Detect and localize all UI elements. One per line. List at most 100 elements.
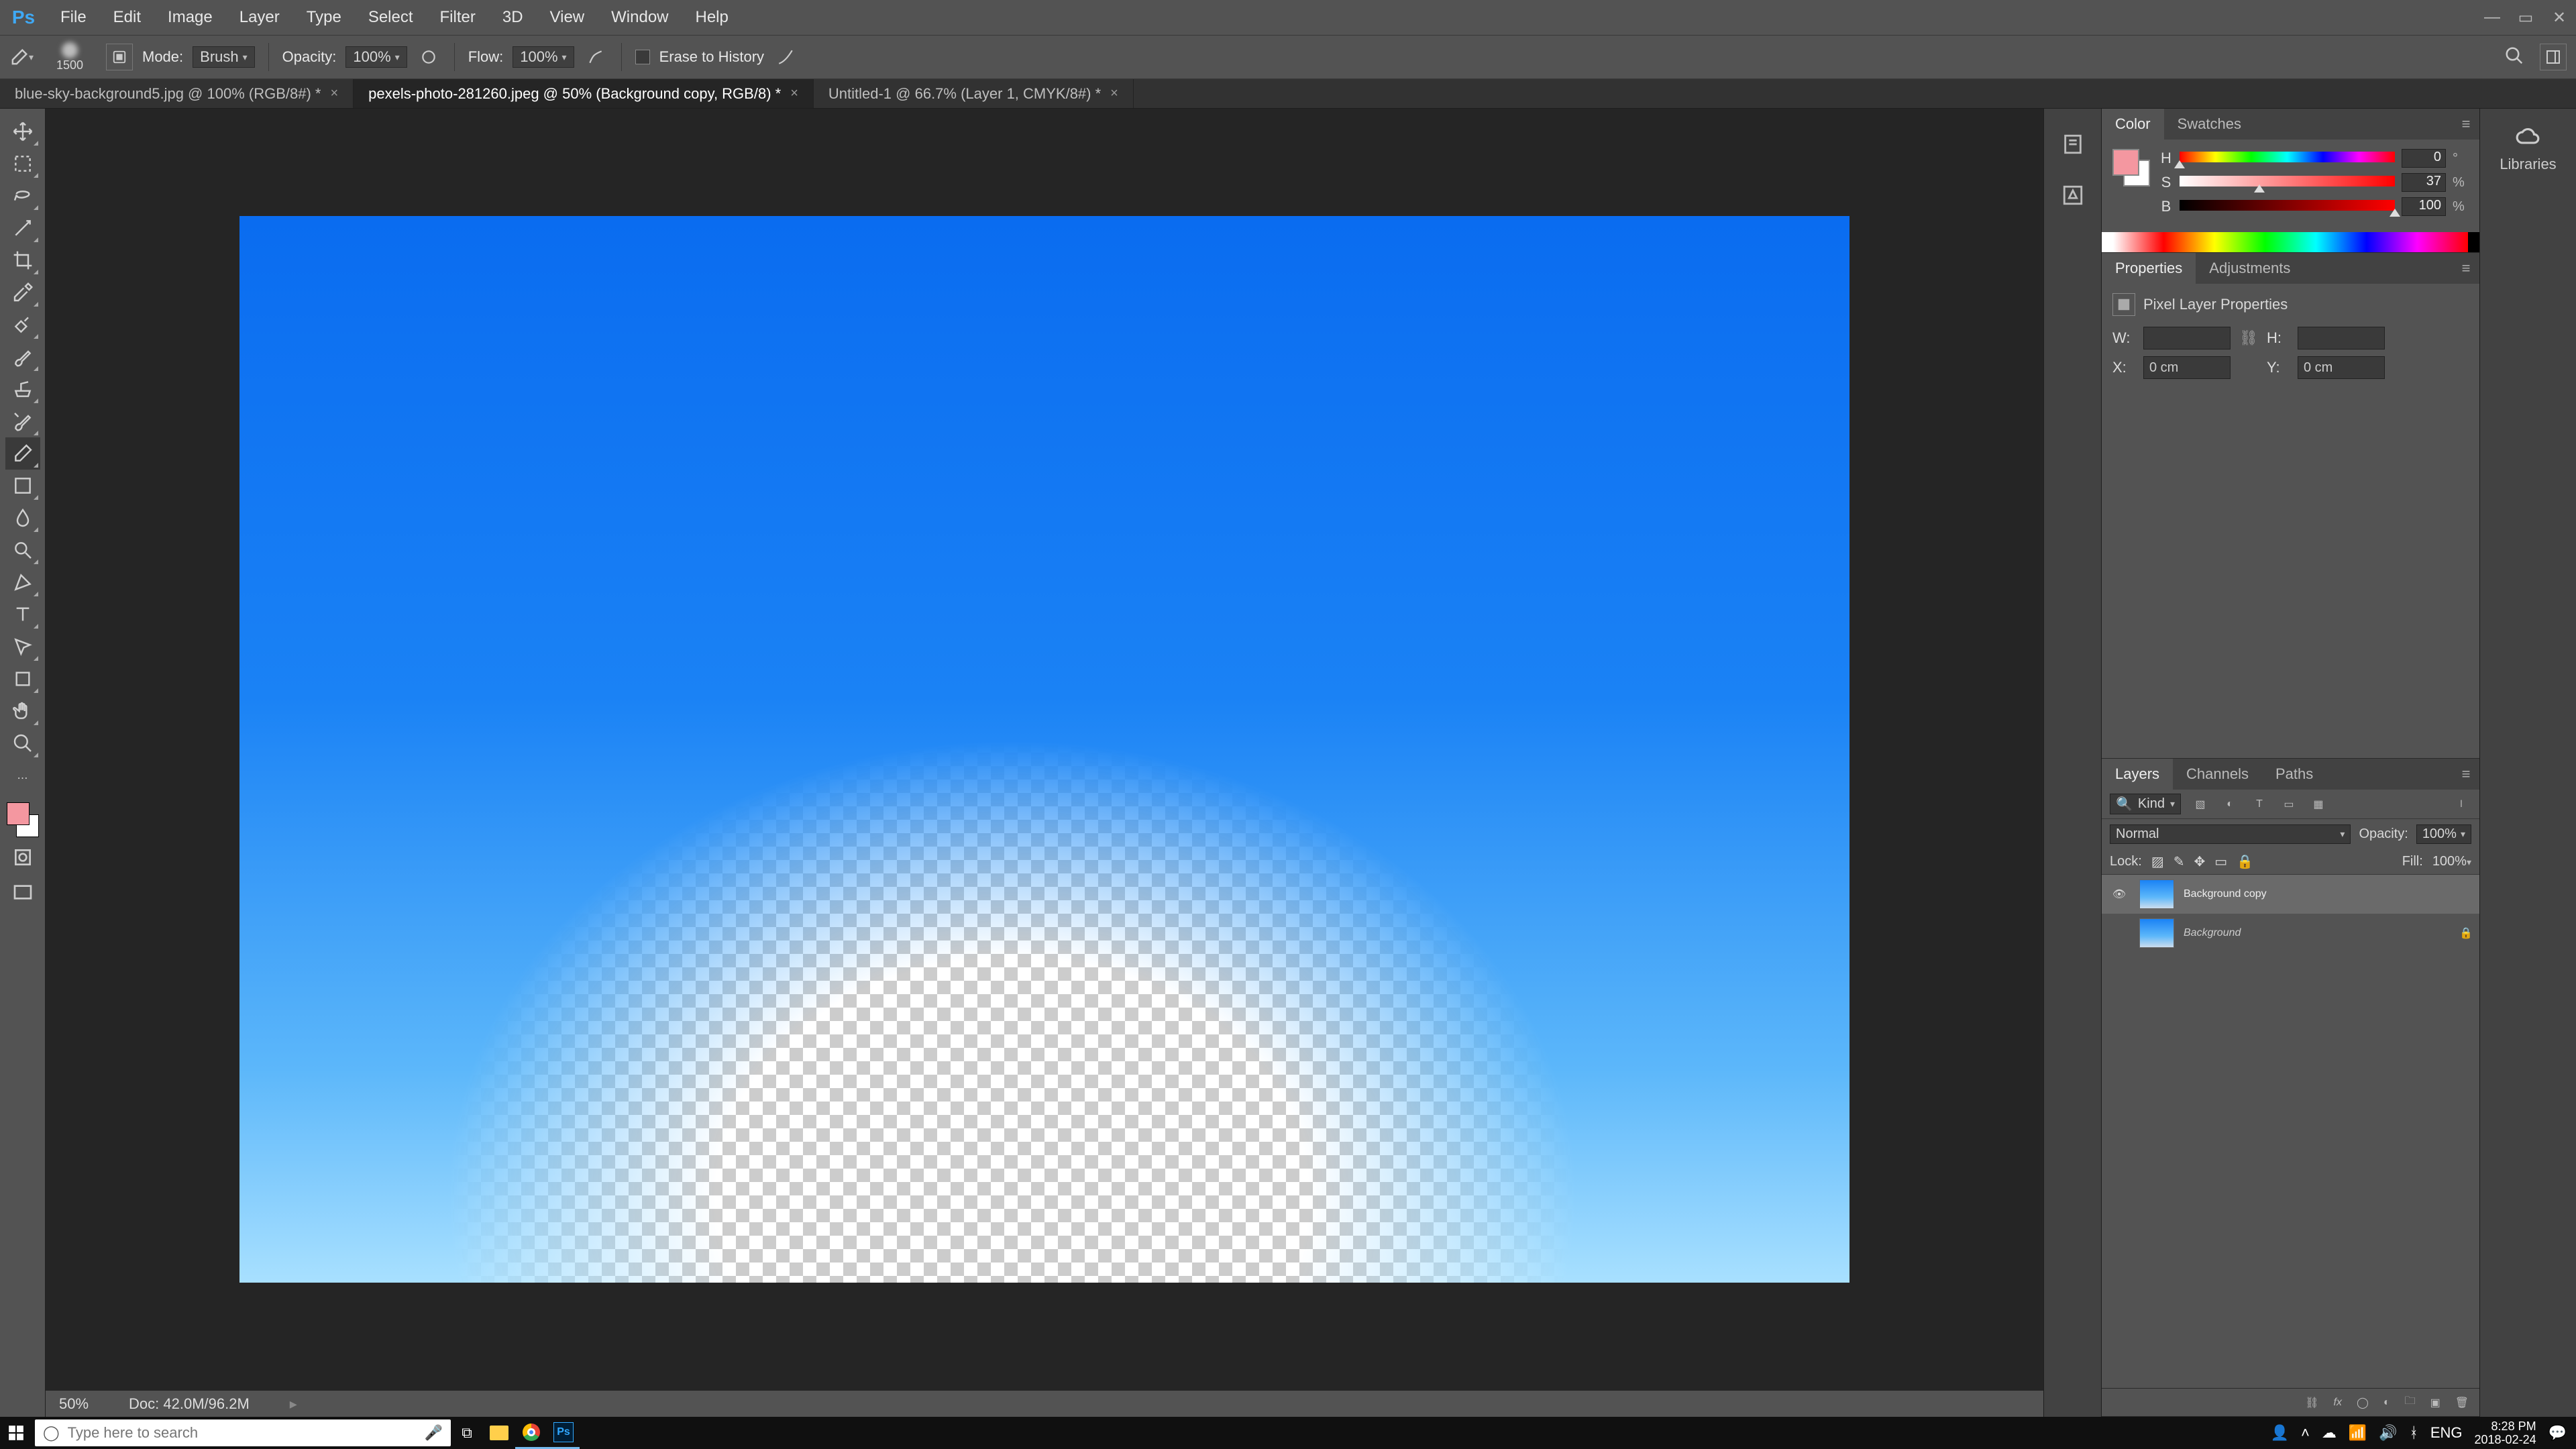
photoshop-taskbar[interactable]: Ps xyxy=(547,1417,580,1449)
eraser-indicator-icon[interactable]: ▾ xyxy=(9,45,34,69)
slider-value-B[interactable]: 100 xyxy=(2402,197,2446,216)
blend-mode-dropdown[interactable]: Normal▾ xyxy=(2110,824,2351,844)
adjustment-layer-icon[interactable]: ◐ xyxy=(2383,1397,2390,1409)
menu-window[interactable]: Window xyxy=(598,0,682,35)
opacity-dropdown[interactable]: 100%▾ xyxy=(345,46,407,68)
start-button[interactable] xyxy=(0,1417,32,1449)
people-icon[interactable]: 👤 xyxy=(2271,1424,2289,1442)
clone-stamp-tool[interactable] xyxy=(5,373,40,405)
notifications-icon[interactable]: 💬 xyxy=(2548,1424,2567,1442)
move-tool[interactable] xyxy=(5,115,40,148)
properties-panel-menu-icon[interactable]: ≡ xyxy=(2453,253,2479,284)
tray-chevron-icon[interactable]: ˄ xyxy=(2301,1424,2310,1442)
onedrive-icon[interactable]: ☁ xyxy=(2322,1424,2337,1442)
workspace-switcher[interactable] xyxy=(2540,44,2567,70)
menu-image[interactable]: Image xyxy=(154,0,226,35)
network-icon[interactable]: 📶 xyxy=(2349,1424,2367,1442)
lock-artboard-icon[interactable]: ▭ xyxy=(2214,853,2227,870)
language-indicator[interactable]: ENG xyxy=(2430,1424,2463,1442)
mic-icon[interactable]: 🎤 xyxy=(425,1424,443,1442)
brush-settings-panel-icon[interactable] xyxy=(2057,180,2088,211)
bluetooth-icon[interactable]: ᚼ xyxy=(2410,1424,2418,1442)
h-input[interactable] xyxy=(2298,327,2385,350)
slider-S[interactable] xyxy=(2180,176,2395,189)
brush-preset-picker[interactable]: 1500 xyxy=(43,42,97,72)
layer-visibility-toggle[interactable]: 👁 xyxy=(2108,888,2130,901)
file-explorer-taskbar[interactable] xyxy=(483,1417,515,1449)
lasso-tool[interactable] xyxy=(5,180,40,212)
screen-mode-toggle[interactable] xyxy=(5,876,40,908)
canvas-viewport[interactable] xyxy=(46,109,2043,1390)
menu-help[interactable]: Help xyxy=(682,0,742,35)
gradient-tool[interactable] xyxy=(5,470,40,502)
filter-type-icon[interactable]: T xyxy=(2249,794,2269,814)
color-fgbg-swatches[interactable] xyxy=(2112,149,2150,186)
layer-mask-icon[interactable]: ◯ xyxy=(2357,1396,2369,1409)
tab-channels[interactable]: Channels xyxy=(2173,759,2262,790)
layer-thumbnail[interactable] xyxy=(2139,918,2174,948)
maximize-button[interactable]: ▭ xyxy=(2509,0,2542,35)
close-button[interactable]: ✕ xyxy=(2542,0,2576,35)
layer-thumbnail[interactable] xyxy=(2139,879,2174,909)
chrome-taskbar[interactable] xyxy=(515,1417,547,1449)
lock-position-icon[interactable]: ✥ xyxy=(2194,853,2205,870)
y-input[interactable]: 0 cm xyxy=(2298,356,2385,379)
zoom-tool[interactable] xyxy=(5,727,40,759)
path-selection-tool[interactable] xyxy=(5,631,40,663)
more-tools[interactable]: ⋯ xyxy=(5,762,40,794)
slider-value-H[interactable]: 0 xyxy=(2402,149,2446,168)
layers-panel-menu-icon[interactable]: ≡ xyxy=(2453,759,2479,790)
layer-filter-dropdown[interactable]: 🔍 Kind ▾ xyxy=(2110,794,2181,814)
volume-icon[interactable]: 🔊 xyxy=(2379,1424,2397,1442)
brush-tool[interactable] xyxy=(5,341,40,373)
taskbar-search[interactable]: ◯ 🎤 xyxy=(35,1419,451,1446)
tab-properties[interactable]: Properties xyxy=(2102,253,2196,284)
layer-row-1[interactable]: Background🔒 xyxy=(2102,914,2479,953)
document-tab-2[interactable]: Untitled-1 @ 66.7% (Layer 1, CMYK/8#) *× xyxy=(814,79,1134,108)
menu-layer[interactable]: Layer xyxy=(226,0,293,35)
slider-H[interactable] xyxy=(2180,152,2395,165)
layer-opacity-dropdown[interactable]: 100%▾ xyxy=(2416,824,2471,844)
filter-toggle-switch[interactable]: ⏽ xyxy=(2451,794,2471,814)
menu-select[interactable]: Select xyxy=(355,0,427,35)
color-swatches-tool[interactable] xyxy=(5,801,40,839)
color-panel-menu-icon[interactable]: ≡ xyxy=(2453,109,2479,140)
tab-color[interactable]: Color xyxy=(2102,109,2164,140)
fill-dropdown[interactable]: 100%▾ xyxy=(2432,854,2471,869)
marquee-tool[interactable] xyxy=(5,148,40,180)
libraries-panel-collapsed[interactable]: Libraries xyxy=(2479,109,2576,1417)
pen-tool[interactable] xyxy=(5,566,40,598)
x-input[interactable]: 0 cm xyxy=(2143,356,2231,379)
layer-name[interactable]: Background xyxy=(2184,927,2450,939)
shape-tool[interactable] xyxy=(5,663,40,695)
taskbar-search-input[interactable] xyxy=(68,1424,417,1442)
history-brush-tool[interactable] xyxy=(5,405,40,437)
magic-wand-tool[interactable] xyxy=(5,212,40,244)
healing-brush-tool[interactable] xyxy=(5,309,40,341)
document-tab-1[interactable]: pexels-photo-281260.jpeg @ 50% (Backgrou… xyxy=(354,79,814,108)
delete-layer-icon[interactable]: 🗑 xyxy=(2455,1396,2469,1409)
tab-paths[interactable]: Paths xyxy=(2262,759,2326,790)
filter-adjustment-icon[interactable]: ◐ xyxy=(2220,794,2240,814)
type-tool[interactable] xyxy=(5,598,40,631)
menu-view[interactable]: View xyxy=(537,0,598,35)
crop-tool[interactable] xyxy=(5,244,40,276)
foreground-swatch[interactable] xyxy=(7,802,30,825)
w-input[interactable] xyxy=(2143,327,2231,350)
taskbar-clock[interactable]: 8:28 PM 2018-02-24 xyxy=(2475,1419,2536,1446)
history-panel-icon[interactable] xyxy=(2057,129,2088,160)
menu-file[interactable]: File xyxy=(47,0,100,35)
search-icon[interactable] xyxy=(2502,44,2526,68)
close-tab-icon[interactable]: × xyxy=(790,86,798,101)
quick-mask-toggle[interactable] xyxy=(5,841,40,873)
eraser-tool[interactable] xyxy=(5,437,40,470)
close-tab-icon[interactable]: × xyxy=(330,86,338,101)
erase-history-checkbox[interactable] xyxy=(635,50,650,64)
menu-type[interactable]: Type xyxy=(293,0,355,35)
new-layer-icon[interactable]: ▣ xyxy=(2430,1396,2440,1409)
filter-shape-icon[interactable]: ▭ xyxy=(2279,794,2299,814)
layer-group-icon[interactable]: 🗀 xyxy=(2405,1393,2416,1411)
tab-swatches[interactable]: Swatches xyxy=(2164,109,2255,140)
lock-all-icon[interactable]: 🔒 xyxy=(2237,853,2253,870)
link-layers-icon[interactable]: ⛓ xyxy=(2305,1396,2318,1409)
